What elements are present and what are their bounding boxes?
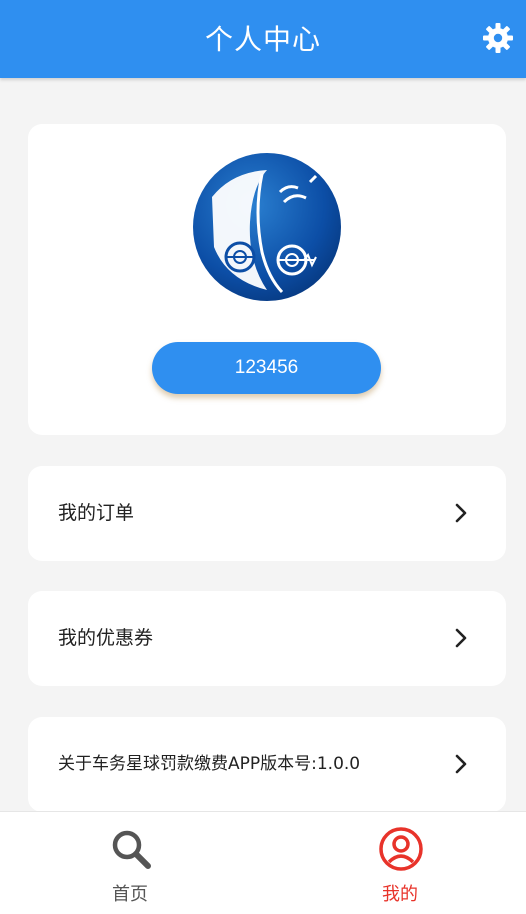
bottom-tab-bar: 首页 我的 — [0, 811, 526, 914]
chevron-right-icon — [455, 503, 467, 523]
menu-item-coupons[interactable]: 我的优惠券 — [28, 591, 506, 686]
chevron-right-icon — [455, 754, 467, 774]
settings-button[interactable] — [480, 20, 516, 56]
gear-icon — [483, 23, 513, 53]
page-title: 个人中心 — [204, 23, 321, 56]
menu-item-label: 关于车务星球罚款缴费APP版本号:1.0.0 — [58, 754, 361, 774]
tab-mine[interactable]: 我的 — [300, 812, 500, 914]
menu-item-about[interactable]: 关于车务星球罚款缴费APP版本号:1.0.0 — [28, 717, 506, 812]
tab-label: 首页 — [112, 884, 148, 905]
profile-card: 123456 — [28, 124, 506, 435]
chevron-right-icon — [455, 628, 467, 648]
search-icon — [112, 830, 151, 869]
user-icon — [379, 827, 423, 871]
app-header: 个人中心 — [0, 0, 526, 78]
menu-item-label: 我的优惠券 — [58, 627, 154, 649]
tab-home[interactable]: 首页 — [30, 812, 230, 914]
menu-item-label: 我的订单 — [58, 502, 135, 524]
avatar[interactable] — [192, 152, 342, 302]
user-id-button[interactable]: 123456 — [152, 342, 381, 394]
brand-logo — [193, 153, 341, 301]
tab-label: 我的 — [382, 884, 418, 905]
menu-item-orders[interactable]: 我的订单 — [28, 466, 506, 561]
